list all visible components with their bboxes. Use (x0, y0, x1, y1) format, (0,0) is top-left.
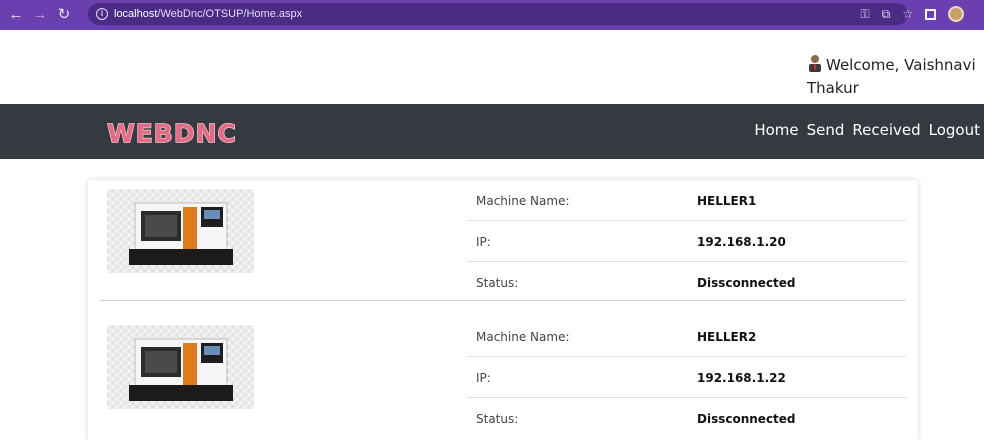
machine-name-label: Machine Name: (476, 194, 570, 208)
svg-text:WEBDNC: WEBDNC (107, 119, 237, 148)
webdnc-logo[interactable]: WEBDNC (94, 118, 250, 148)
main-menu: Home Send Received Logout (754, 121, 980, 139)
welcome-text: Welcome, Vaishnavi Thakur (807, 56, 976, 97)
back-icon[interactable]: ← (8, 7, 24, 23)
nav-logout[interactable]: Logout (929, 121, 980, 139)
address-bar[interactable]: i localhost/WebDnc/OTSUP/Home.aspx (88, 3, 908, 25)
status-row: Status: Dissconnected (468, 398, 906, 439)
machine-item[interactable]: Machine Name: HELLER2 IP: 192.168.1.22 S… (88, 316, 918, 438)
star-icon[interactable]: ☆ (902, 7, 913, 21)
machine-name-row: Machine Name: HELLER1 (468, 180, 906, 221)
machine-name-value: HELLER1 (697, 194, 757, 208)
nav-home[interactable]: Home (754, 121, 798, 139)
url-path: /WebDnc/OTSUP/Home.aspx (157, 8, 303, 20)
divider (100, 300, 906, 301)
status-label: Status: (476, 412, 519, 426)
status-value: Dissconnected (697, 412, 796, 426)
cnc-machine-icon (129, 338, 233, 401)
machine-list-card: Machine Name: HELLER1 IP: 192.168.1.20 S… (88, 180, 918, 440)
profile-icon[interactable] (948, 6, 964, 22)
nav-send[interactable]: Send (807, 121, 845, 139)
key-icon[interactable]: ⚿ (861, 7, 870, 22)
machine-name-row: Machine Name: HELLER2 (468, 316, 906, 357)
machine-name-value: HELLER2 (697, 330, 757, 344)
ip-row: IP: 192.168.1.22 (468, 357, 906, 398)
browser-toolbar: ← → ↻ i localhost/WebDnc/OTSUP/Home.aspx… (0, 0, 984, 30)
info-icon[interactable]: i (96, 8, 108, 20)
status-row: Status: Dissconnected (468, 262, 906, 303)
status-value: Dissconnected (697, 276, 796, 290)
machine-name-label: Machine Name: (476, 330, 570, 344)
window-icon[interactable] (925, 8, 936, 20)
status-label: Status: (476, 276, 519, 290)
forward-icon[interactable]: → (32, 7, 48, 23)
browser-actions: ⚿ ⧉ ☆ (861, 6, 964, 22)
url-host: localhost (114, 8, 158, 20)
reload-icon[interactable]: ↻ (56, 7, 72, 23)
top-navbar: WEBDNC Home Send Received Logout (0, 104, 984, 159)
ip-value: 192.168.1.20 (697, 235, 786, 249)
machine-image (107, 189, 254, 273)
machine-item[interactable]: Machine Name: HELLER1 IP: 192.168.1.20 S… (88, 180, 918, 302)
machine-image (107, 325, 254, 409)
ip-label: IP: (476, 371, 491, 385)
share-icon[interactable]: ⧉ (882, 7, 891, 22)
cnc-machine-icon (129, 202, 233, 265)
ip-label: IP: (476, 235, 491, 249)
ip-value: 192.168.1.22 (697, 371, 786, 385)
welcome-message: Welcome, Vaishnavi Thakur (807, 54, 982, 100)
user-icon (809, 55, 821, 72)
ip-row: IP: 192.168.1.20 (468, 221, 906, 262)
nav-received[interactable]: Received (852, 121, 920, 139)
